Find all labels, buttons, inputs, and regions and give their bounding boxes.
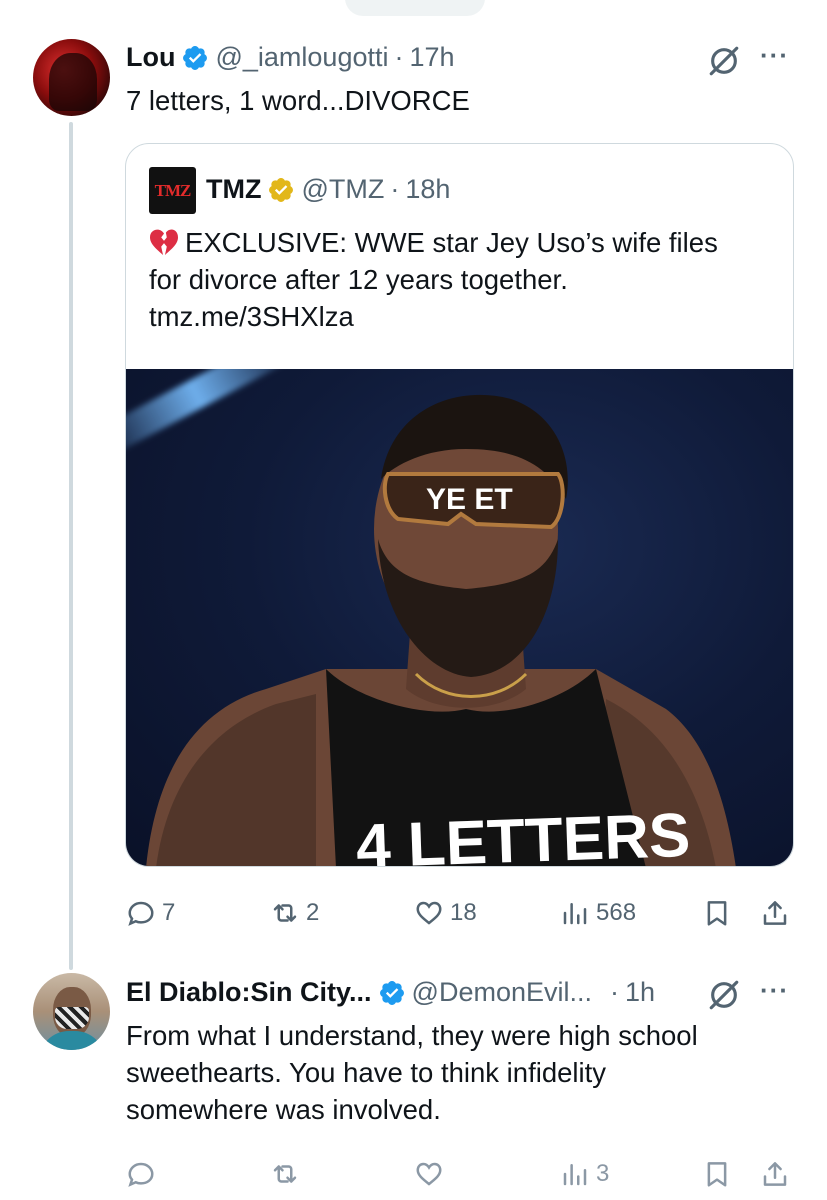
verified-icon [379,980,404,1005]
tweet-header: El Diablo:Sin City... @DemonEvil... · 1h [126,977,655,1008]
verified-icon [183,45,208,70]
separator: · [610,977,619,1007]
reply-button[interactable] [126,1159,156,1189]
quote-author-handle[interactable]: @TMZ [301,174,384,205]
author-name[interactable]: El Diablo:Sin City... [126,977,372,1008]
shirt-text: 4 LETTERS [355,801,691,867]
bookmark-button[interactable] [702,1159,732,1189]
quote-media-image[interactable]: YE ET 4 LETTERS [126,369,793,867]
quote-text-line-1: EXCLUSIVE: WWE star Jey Uso’s wife files [185,227,718,258]
avatar-silhouette [49,53,97,111]
like-button[interactable]: 18 [414,898,477,928]
bookmark-icon [707,901,727,926]
views-count: 3 [596,1160,610,1187]
views-icon [563,1164,587,1186]
author-handle[interactable]: @DemonEvil... [412,977,592,1008]
tweet-text-line-2: sweethearts. You have to think infidelit… [126,1057,607,1088]
repost-icon [273,904,297,922]
repost-button[interactable] [270,1159,300,1189]
new-posts-pill[interactable] [345,0,485,16]
avatar[interactable] [33,39,110,116]
wrestler-photo: YE ET 4 LETTERS [146,394,736,867]
tweet-header: Lou @_iamlougotti · 17h [126,42,455,73]
avatar-mask [55,1007,89,1029]
separator: · [390,174,400,204]
more-icon[interactable]: ··· [760,40,789,71]
tweet-text: From what I understand, they were high s… [126,1017,806,1128]
like-count: 18 [450,899,477,926]
broken-heart-icon [150,229,178,256]
avatar-shirt [39,1031,105,1050]
views-count: 568 [596,899,637,926]
share-button[interactable] [760,1159,790,1189]
avatar[interactable] [33,973,110,1050]
views-button[interactable]: 568 [560,898,636,928]
repost-button[interactable]: 2 [270,898,319,928]
views-icon [563,903,587,925]
share-button[interactable] [760,898,790,928]
share-icon [763,1162,787,1186]
reply-icon [128,1162,154,1187]
separator: · [394,42,404,72]
timestamp[interactable]: 17h [409,42,454,73]
repost-count: 2 [306,899,320,926]
quoted-tweet[interactable]: TMZ TMZ @TMZ · 18h EXCLUSIVE: WWE star J… [125,143,794,867]
reply-icon [128,901,154,926]
quote-text: EXCLUSIVE: WWE star Jey Uso’s wife files… [149,224,779,335]
bookmark-button[interactable] [702,898,732,928]
like-icon [416,901,442,925]
tweet-actions: 7 2 18 568 [0,895,827,931]
quote-link[interactable]: tmz.me/3SHXlza [149,298,779,335]
repost-icon [273,1165,297,1183]
thread-connector-line [69,122,73,970]
grok-icon[interactable] [707,978,741,1012]
verified-icon [269,177,294,202]
quote-text-line-2: for divorce after 12 years together. [149,264,568,295]
author-handle[interactable]: @_iamlougotti [215,42,388,73]
like-button[interactable] [414,1159,444,1189]
more-icon[interactable]: ··· [760,975,789,1006]
share-icon [763,901,787,925]
like-icon [416,1162,442,1186]
tweet-text-line-3: somewhere was involved. [126,1094,441,1125]
grok-icon[interactable] [707,44,741,78]
quote-avatar[interactable]: TMZ [149,167,196,214]
timestamp[interactable]: 1h [625,977,655,1008]
quote-text-line: EXCLUSIVE: WWE star Jey Uso’s wife files [149,224,779,261]
quote-author-name[interactable]: TMZ [206,174,261,205]
tweet-actions: 3 [0,1156,827,1192]
bookmark-icon [707,1162,727,1187]
reply-count: 7 [162,899,176,926]
author-name[interactable]: Lou [126,42,175,73]
tweet-text-line-1: From what I understand, they were high s… [126,1020,698,1051]
reply-button[interactable]: 7 [126,898,175,928]
views-button[interactable]: 3 [560,1159,609,1189]
quote-header: TMZ @TMZ · 18h [206,174,450,205]
glasses-text: YE ET [426,483,513,516]
quote-timestamp: 18h [405,174,451,204]
tweet-text: 7 letters, 1 word...DIVORCE [126,85,470,116]
